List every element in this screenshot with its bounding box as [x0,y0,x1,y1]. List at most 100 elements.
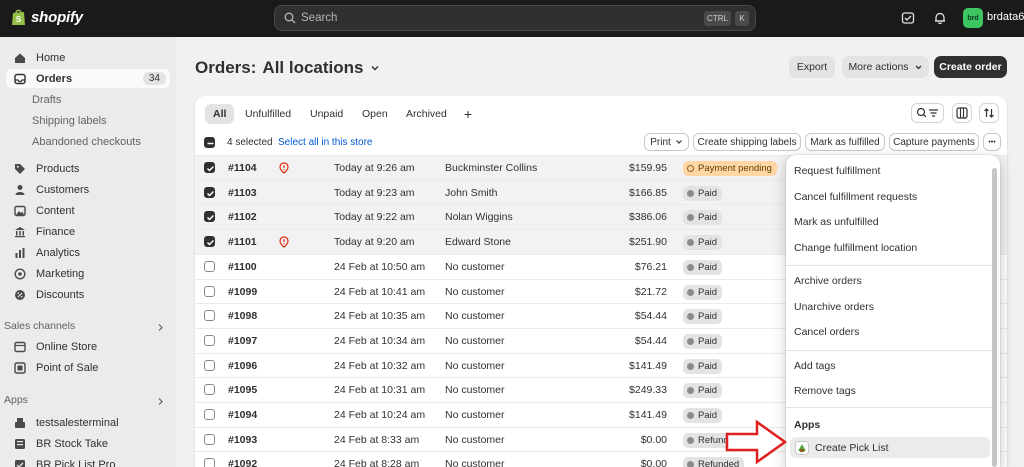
columns-icon [956,107,968,119]
row-checkbox[interactable] [204,186,215,198]
user-avatar[interactable]: brd [963,8,983,28]
order-customer: No customer [445,310,505,323]
order-id[interactable]: #1095 [228,384,257,396]
chevron-down-icon[interactable] [370,63,380,73]
sidebar-item-finance[interactable]: Finance [6,222,170,241]
order-id[interactable]: #1102 [228,211,257,223]
order-id[interactable]: #1094 [228,409,257,421]
status-dot-icon [687,412,694,419]
row-checkbox[interactable] [204,384,215,396]
row-checkbox[interactable] [204,409,215,420]
menu-item-cancel-orders[interactable]: Cancel orders [794,326,859,338]
svg-text:S: S [16,15,22,24]
sidebar-item-products[interactable]: Products [6,159,170,178]
export-button[interactable]: Export [789,56,835,78]
location-selector[interactable]: All locations [262,58,363,78]
order-id[interactable]: #1093 [228,434,257,446]
row-checkbox[interactable] [204,211,215,223]
menu-item-create-pick-list[interactable]: Create Pick List [790,437,990,458]
menu-item-unarchive-orders[interactable]: Unarchive orders [794,301,874,313]
select-all-checkbox[interactable] [204,137,215,148]
row-checkbox[interactable] [204,285,215,297]
order-customer: No customer [445,409,505,421]
more-actions-button[interactable]: More actions [842,56,929,78]
columns-button[interactable] [952,103,972,123]
order-id[interactable]: #1098 [228,310,257,322]
tab-open[interactable]: Open [354,104,396,124]
sidebar-item-br-stock-take[interactable]: BR Stock Take [6,434,170,453]
chevron-right-icon[interactable] [156,397,165,406]
order-id[interactable]: #1092 [228,458,257,467]
create-shipping-labels-button[interactable]: Create shipping labels [693,133,801,151]
sidebar-subitem-abandoned-checkouts[interactable]: Abandoned checkouts [32,136,141,148]
row-checkbox[interactable] [204,310,215,322]
order-id[interactable]: #1100 [228,261,257,273]
sidebar-subitem-shipping-labels[interactable]: Shipping labels [32,115,107,127]
store-switch-icon[interactable] [901,11,915,25]
minus-icon [207,142,214,145]
more-bulk-actions-button[interactable]: ••• [983,133,1001,151]
row-checkbox[interactable] [204,334,215,346]
order-id[interactable]: #1101 [228,236,257,248]
sidebar-item-orders[interactable]: Orders 34 [6,69,170,88]
sidebar-item-discounts[interactable]: Discounts [6,285,170,304]
sort-icon [984,108,994,118]
menu-item-add-tags[interactable]: Add tags [794,360,835,372]
menu-item-change-fulfillment-location[interactable]: Change fulfillment location [794,242,917,254]
sidebar-subitem-drafts[interactable]: Drafts [32,94,61,106]
row-checkbox[interactable] [204,433,215,445]
sidebar-item-br-pick-list-pro[interactable]: BR Pick List Pro [6,455,170,467]
user-name[interactable]: brdata6 [987,11,1024,23]
menu-item-request-fulfillment[interactable]: Request fulfillment [794,165,880,177]
status-badge: Paid [683,284,723,300]
row-checkbox[interactable] [204,458,215,467]
order-id[interactable]: #1096 [228,360,257,372]
sort-button[interactable] [979,103,999,123]
search-bar[interactable]: Search CTRL K [274,5,756,31]
order-id[interactable]: #1104 [228,162,257,174]
menu-item-remove-tags[interactable]: Remove tags [794,385,856,397]
bell-icon[interactable] [933,11,947,25]
discount-icon [15,289,25,300]
tab-unfulfilled[interactable]: Unfulfilled [237,104,299,124]
capture-payments-button[interactable]: Capture payments [889,133,979,151]
select-all-link[interactable]: Select all in this store [278,137,373,148]
print-button[interactable]: Print [644,133,689,151]
row-checkbox[interactable] [204,359,215,371]
sidebar-item-point-of-sale[interactable]: Point of Sale [6,358,170,377]
page-title-prefix: Orders: [195,58,257,77]
shopify-logo[interactable]: S shopify [11,8,83,26]
sidebar-item-content[interactable]: Content [6,201,170,220]
menu-scrollbar[interactable] [992,168,997,467]
create-order-button[interactable]: Create order [934,56,1007,78]
row-checkbox[interactable] [204,236,215,248]
mark-as-fulfilled-button[interactable]: Mark as fulfilled [805,133,885,151]
search-filter-button[interactable] [911,103,944,123]
risk-alert-icon [279,236,289,248]
order-id[interactable]: #1097 [228,335,257,347]
apps-heading[interactable]: Apps [4,394,28,406]
menu-item-archive-orders[interactable]: Archive orders [794,275,862,287]
menu-item-cancel-fulfillment-requests[interactable]: Cancel fulfillment requests [794,191,917,203]
annotation-arrow-icon [725,419,787,465]
tab-all[interactable]: All [205,104,235,124]
order-id[interactable]: #1099 [228,286,257,298]
sidebar-item-testsalesterminal[interactable]: testsalesterminal [6,413,170,432]
sidebar-item-online-store[interactable]: Online Store [6,337,170,356]
row-checkbox[interactable] [204,162,215,173]
sidebar-item-marketing[interactable]: Marketing [6,264,170,283]
menu-item-mark-as-unfulfilled[interactable]: Mark as unfulfilled [794,216,879,228]
sales-channels-heading[interactable]: Sales channels [4,320,75,332]
inbox-icon [14,73,26,84]
chevron-right-icon[interactable] [156,323,165,332]
sidebar-item-home[interactable]: Home [6,48,170,67]
order-id[interactable]: #1103 [228,187,257,199]
add-view-button[interactable]: + [461,104,475,124]
sidebar-item-customers[interactable]: Customers [6,180,170,199]
sidebar-item-analytics[interactable]: Analytics [6,243,170,262]
row-checkbox[interactable] [204,260,215,272]
tab-archived[interactable]: Archived [398,104,455,124]
order-customer: Edward Stone [445,236,511,249]
tab-unpaid[interactable]: Unpaid [302,104,351,124]
app-picklist-icon [15,459,25,467]
